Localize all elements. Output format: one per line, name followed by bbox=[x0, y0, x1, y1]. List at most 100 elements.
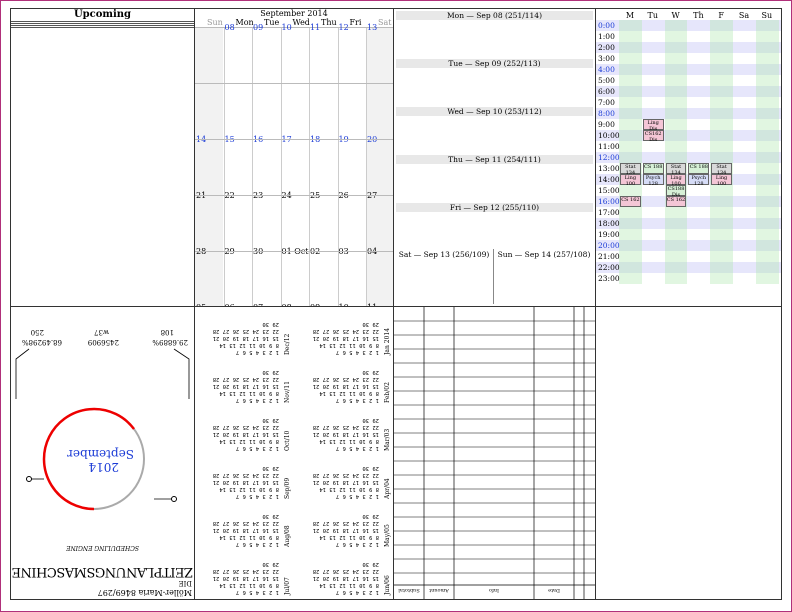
sunday-label: Sun — Sep 14 (257/108) bbox=[497, 250, 591, 259]
month-label: Apr/04 bbox=[384, 478, 391, 499]
day-column-shade bbox=[710, 20, 733, 284]
ledger-grid bbox=[394, 307, 595, 599]
divider bbox=[493, 249, 494, 304]
day-bar: Mon — Sep 08 (251/114) bbox=[396, 11, 593, 20]
rotated-content: Möller-Maria 8469/297 DIE ZEITPLANUNGSMA… bbox=[11, 307, 194, 599]
weekday-header: Wed bbox=[292, 18, 310, 27]
rotated-content: Jun/06 1 2 3 4 5 6 7 8 9 10 11 12 13 14 1… bbox=[195, 307, 393, 599]
month-block: 1 2 3 4 5 6 7 8 9 10 11 12 13 14 15 16 1… bbox=[212, 417, 279, 451]
calendar-event[interactable]: Stat 134 bbox=[665, 163, 687, 176]
week-list: Mon — Sep 08 (251/114) Tue — Sep 09 (252… bbox=[393, 8, 596, 307]
stat-value: 2456909 bbox=[87, 338, 119, 346]
weekday-header: Su bbox=[761, 11, 773, 20]
day-cell[interactable]: 13 bbox=[367, 23, 377, 32]
wheel-year: 2014 bbox=[88, 460, 119, 474]
calendar-event[interactable]: CS162 Dis bbox=[642, 130, 664, 143]
calendar-event[interactable]: Ling Dis bbox=[642, 119, 664, 132]
calendar-event[interactable]: CS 188 bbox=[688, 163, 710, 174]
column-header: Subtotal bbox=[398, 587, 420, 593]
ledger-table: Subtotal Amount Info Date bbox=[393, 306, 596, 600]
column-header: Amount bbox=[429, 587, 449, 593]
calendar-event[interactable]: CS188 Dis bbox=[665, 185, 687, 198]
divider bbox=[11, 23, 194, 24]
stat-value: w37 bbox=[94, 328, 109, 336]
month-label: Mar/03 bbox=[384, 428, 391, 451]
blank-panel bbox=[595, 306, 782, 600]
month-label: Feb/02 bbox=[384, 382, 391, 403]
weekday-header: F bbox=[718, 11, 724, 20]
month-block: 1 2 3 4 5 6 7 8 9 10 11 12 13 14 15 16 1… bbox=[212, 369, 279, 403]
weekday-header: Thu bbox=[321, 18, 337, 27]
sunday-column bbox=[195, 27, 223, 306]
divider bbox=[11, 27, 194, 28]
upcoming-panel: Upcoming bbox=[10, 8, 195, 307]
weekday-header: Th bbox=[693, 11, 704, 20]
weekday-header: Tu bbox=[647, 11, 659, 20]
day-cell[interactable]: 09 bbox=[253, 23, 263, 32]
day-bar: Thu — Sep 11 (254/111) bbox=[396, 155, 593, 164]
weekday-header: Sun bbox=[207, 18, 223, 27]
divider bbox=[11, 21, 194, 22]
day-cell[interactable]: 11 bbox=[310, 23, 320, 32]
month-block: 1 2 3 4 5 6 7 8 9 10 11 12 13 14 15 16 1… bbox=[312, 513, 379, 547]
day-cell[interactable]: 08 bbox=[225, 23, 235, 32]
day-cell[interactable]: 10 bbox=[282, 23, 292, 32]
grid-line bbox=[252, 27, 253, 306]
weekday-header: Tue bbox=[264, 18, 280, 27]
weekday-header: W bbox=[671, 11, 680, 20]
saturday-column bbox=[366, 27, 393, 306]
calendar-event[interactable]: Ling 100 bbox=[620, 174, 641, 187]
day-column-shade bbox=[755, 20, 779, 284]
month-calendar: September 2014 Sun Mon Tue Wed Thu Fri Sat 08 09… bbox=[194, 8, 394, 307]
stat-value: 108 bbox=[160, 328, 174, 336]
divider bbox=[11, 25, 194, 26]
calendar-event[interactable]: Psych 128 bbox=[688, 174, 710, 187]
upcoming-title: Upcoming bbox=[73, 9, 132, 20]
weekday-header: Sat bbox=[378, 18, 392, 27]
wheel-month: September bbox=[67, 447, 134, 461]
calendar-event[interactable]: CS 188 bbox=[642, 163, 664, 174]
calendar-event[interactable]: Stat 134 bbox=[711, 163, 732, 176]
day-bar: Tue — Sep 09 (252/113) bbox=[396, 59, 593, 68]
day-cell[interactable]: 12 bbox=[339, 23, 349, 32]
month-label: Aug/08 bbox=[284, 525, 291, 547]
month-label: Jul/07 bbox=[284, 577, 291, 595]
calendar-event[interactable]: Psych 128 bbox=[642, 174, 664, 187]
calendar-event[interactable]: CS 162 bbox=[620, 196, 641, 207]
month-title: September 2014 bbox=[260, 9, 328, 18]
stat-value: 250 bbox=[30, 328, 44, 336]
month-label: Jun/06 bbox=[384, 575, 391, 595]
month-block: 1 2 3 4 5 6 7 8 9 10 11 12 13 14 15 16 1… bbox=[312, 369, 379, 403]
grid-line bbox=[195, 251, 393, 252]
month-block: 1 2 3 4 5 6 7 8 9 10 11 12 13 14 15 16 1… bbox=[212, 513, 279, 547]
weekday-header: Fri bbox=[349, 18, 362, 27]
calendar-event[interactable]: Ling 100 bbox=[711, 174, 732, 187]
column-header: Info bbox=[488, 587, 500, 593]
month-label: May/05 bbox=[384, 524, 391, 547]
grid-line bbox=[223, 27, 225, 306]
grid-line bbox=[366, 27, 367, 306]
grid-line bbox=[195, 195, 393, 196]
month-block: 1 2 3 4 5 6 7 8 9 10 11 12 13 14 15 16 1… bbox=[212, 561, 279, 595]
calendar-event[interactable]: Ling 100 bbox=[665, 174, 687, 187]
grid-line bbox=[309, 27, 310, 306]
month-block: 1 2 3 4 5 6 7 8 9 10 11 12 13 14 15 16 1… bbox=[212, 321, 279, 355]
month-block: 1 2 3 4 5 6 7 8 9 10 11 12 13 14 15 16 1… bbox=[312, 465, 379, 499]
day-column-shade bbox=[664, 20, 688, 284]
month-label: Oct/10 bbox=[284, 430, 291, 451]
day-bar: Wed — Sep 10 (253/112) bbox=[396, 107, 593, 116]
zeitplanung-wheel-panel: Möller-Maria 8469/297 DIE ZEITPLANUNGSMA… bbox=[10, 306, 195, 600]
grid-line bbox=[195, 83, 393, 84]
stat-value: 68.49298% bbox=[21, 338, 62, 346]
saturday-label: Sat — Sep 13 (256/109) bbox=[398, 250, 490, 259]
month-block: 1 2 3 4 5 6 7 8 9 10 11 12 13 14 15 16 1… bbox=[312, 561, 379, 595]
grid-line bbox=[337, 27, 339, 306]
month-label: Dec/12 bbox=[284, 333, 291, 355]
day-bar: Fri — Sep 12 (255/110) bbox=[396, 203, 593, 212]
day-column-shade bbox=[619, 20, 642, 284]
grid-line bbox=[195, 139, 393, 140]
calendar-event[interactable]: CS 162 bbox=[665, 196, 687, 207]
grid-line bbox=[280, 27, 282, 306]
month-block: 1 2 3 4 5 6 7 8 9 10 11 12 13 14 15 16 1… bbox=[312, 417, 379, 451]
calendar-event[interactable]: Stat 134 bbox=[620, 163, 641, 176]
